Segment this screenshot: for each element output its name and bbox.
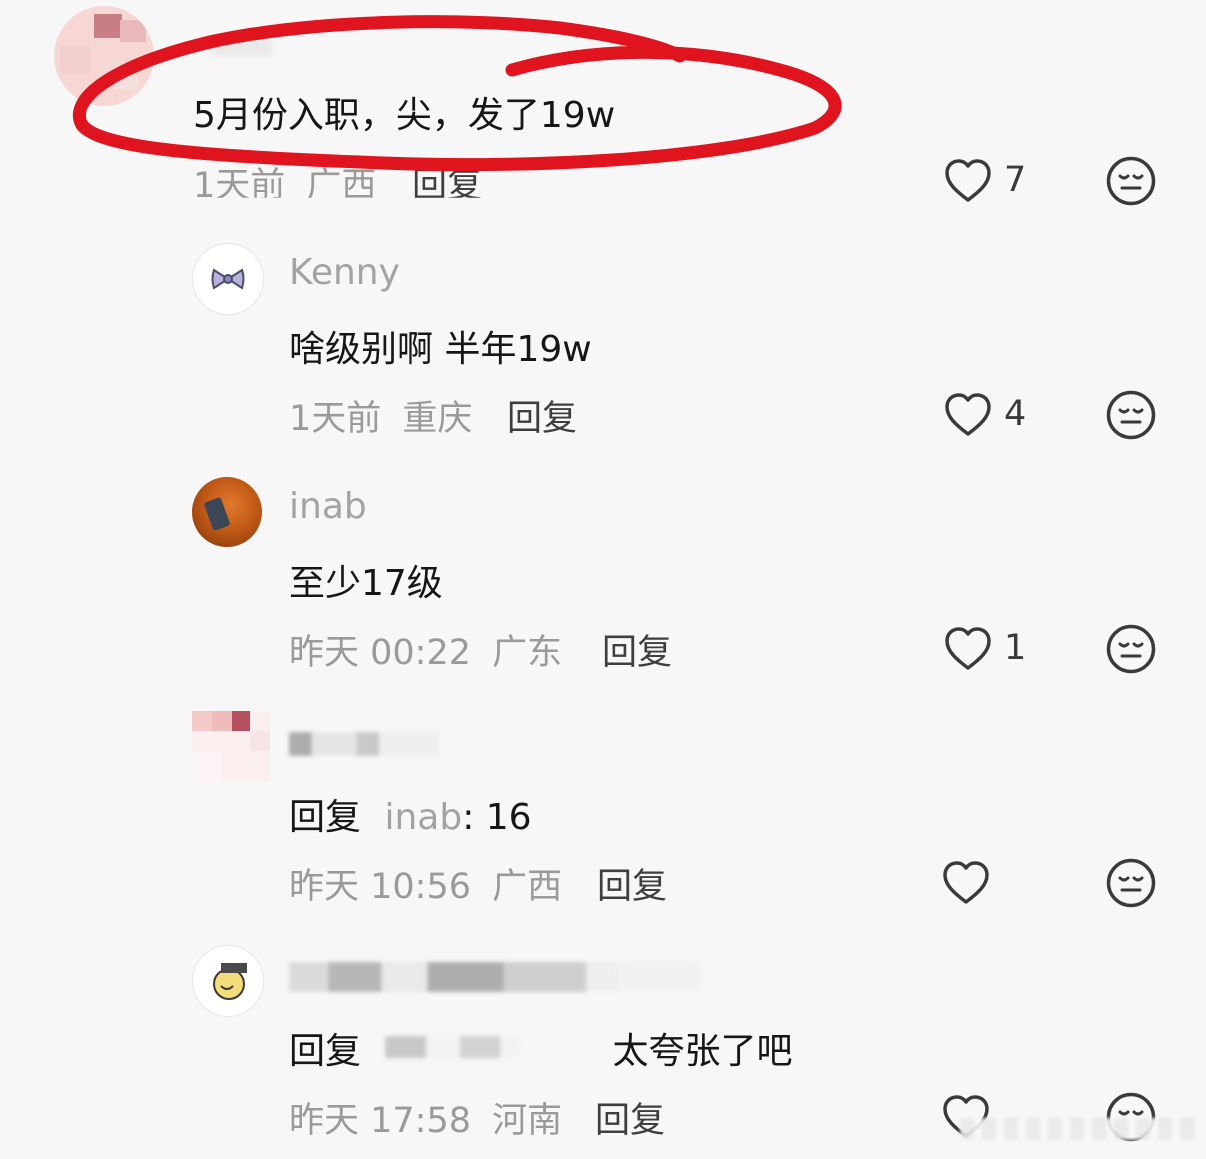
heart-icon[interactable] bbox=[943, 392, 993, 438]
username-blurred-tail bbox=[620, 962, 700, 988]
avatar[interactable] bbox=[192, 477, 262, 547]
like-count: 1 bbox=[1004, 628, 1027, 668]
reply-text: 太夸张了吧 bbox=[612, 1031, 793, 1072]
comment-meta: 昨天 17:58 河南 bbox=[289, 1092, 562, 1143]
comment-meta: 昨天 00:22 广东 bbox=[289, 624, 562, 675]
meh-face-icon[interactable] bbox=[1105, 857, 1157, 909]
username-blurred[interactable] bbox=[289, 962, 619, 992]
comment-time: 1天前 bbox=[193, 166, 286, 206]
comment-meta: 1天前 重庆 bbox=[289, 390, 472, 441]
comment-time: 昨天 17:58 bbox=[289, 1101, 471, 1141]
heart-icon[interactable] bbox=[943, 158, 993, 204]
avatar[interactable] bbox=[192, 945, 264, 1017]
like-count: 7 bbox=[1004, 160, 1027, 200]
comment-location: 广西 bbox=[306, 166, 377, 206]
heart-icon[interactable] bbox=[943, 626, 993, 672]
comment-location: 河南 bbox=[492, 1101, 563, 1141]
reply-button[interactable]: 回复 bbox=[507, 390, 577, 441]
comment-text: 回复 太夸张了吧 bbox=[289, 1022, 792, 1074]
meh-face-icon[interactable] bbox=[1105, 389, 1157, 441]
comment-text: 回复 inab: 16 bbox=[289, 788, 532, 840]
username[interactable]: inab bbox=[289, 486, 367, 527]
reply-target[interactable]: inab bbox=[384, 797, 462, 838]
avatar[interactable] bbox=[192, 243, 264, 315]
avatar[interactable] bbox=[54, 6, 154, 106]
avatar[interactable] bbox=[192, 711, 270, 781]
comment-time: 1天前 bbox=[289, 399, 382, 439]
reply-prefix: 回复 bbox=[289, 797, 362, 838]
watermark-blur bbox=[960, 1118, 1200, 1140]
bow-icon bbox=[211, 268, 245, 290]
username[interactable]: Kenny bbox=[289, 252, 400, 293]
comment-location: 重庆 bbox=[402, 399, 473, 439]
comment-location: 广东 bbox=[492, 633, 563, 673]
reply-text: : 16 bbox=[462, 797, 532, 838]
like-count: 4 bbox=[1004, 394, 1027, 434]
meh-face-icon[interactable] bbox=[1105, 155, 1157, 207]
comment-text: 至少17级 bbox=[289, 563, 443, 604]
reply-button[interactable]: 回复 bbox=[595, 1092, 665, 1143]
comment-meta: 昨天 10:56 广西 bbox=[289, 858, 562, 909]
reply-button[interactable]: 回复 bbox=[602, 624, 672, 675]
duck-icon bbox=[213, 963, 247, 1000]
comment-meta: 1天前 广西 bbox=[193, 157, 377, 206]
comment-text: 啥级别啊 半年19w bbox=[289, 329, 592, 370]
phone-image bbox=[203, 496, 231, 532]
comment-time: 昨天 10:56 bbox=[289, 867, 471, 907]
comment-location: 广西 bbox=[492, 867, 563, 907]
reply-target-blurred[interactable] bbox=[385, 1036, 521, 1058]
heart-icon[interactable] bbox=[941, 860, 991, 906]
username-blurred[interactable] bbox=[289, 732, 439, 756]
reply-button[interactable]: 回复 bbox=[597, 858, 667, 909]
meh-face-icon[interactable] bbox=[1105, 623, 1157, 675]
username-blurred[interactable] bbox=[212, 40, 272, 56]
reply-button[interactable]: 回复 bbox=[412, 157, 482, 198]
comment-text: 5月份入职，尖，发了19w bbox=[193, 95, 616, 136]
comment-time: 昨天 00:22 bbox=[289, 633, 471, 673]
reply-prefix: 回复 bbox=[289, 1031, 362, 1072]
